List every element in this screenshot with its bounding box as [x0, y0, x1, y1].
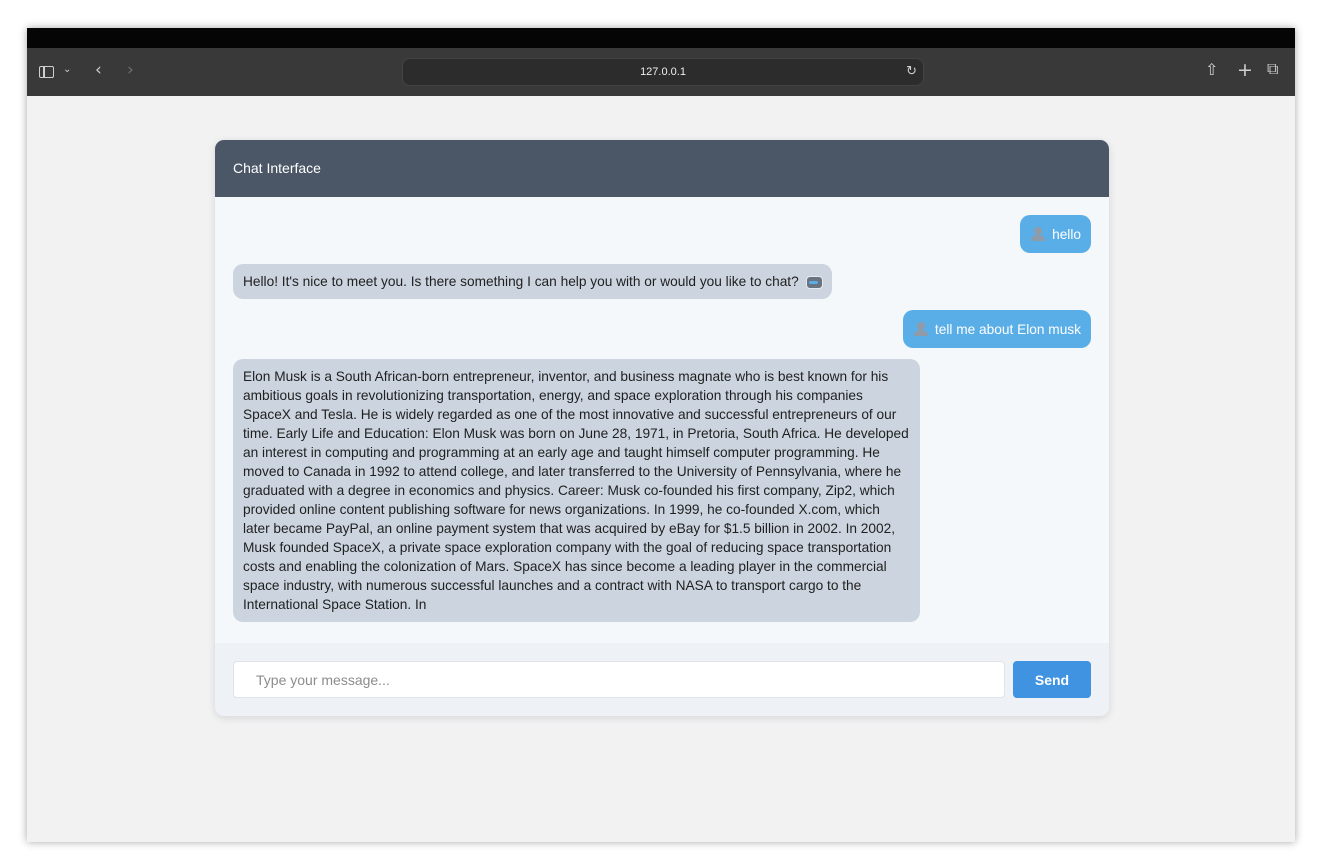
message-row: hello [233, 215, 1091, 253]
message-input[interactable] [233, 661, 1005, 698]
message-list[interactable]: hello Hello! It's nice to meet you. Is t… [215, 197, 1109, 643]
message-row: Hello! It's nice to meet you. Is there s… [233, 264, 1091, 299]
message-text: hello [1052, 227, 1081, 242]
back-icon[interactable]: ‹ [95, 62, 102, 79]
bot-message-bubble: Elon Musk is a South African-born entrep… [233, 359, 920, 622]
user-message-bubble: tell me about Elon musk [902, 310, 1091, 348]
chat-title: Chat Interface [215, 140, 1109, 197]
send-button[interactable]: Send [1013, 661, 1091, 698]
share-icon[interactable]: ⇧ [1205, 62, 1218, 78]
message-text: Elon Musk is a South African-born entrep… [243, 369, 909, 612]
message-row: Elon Musk is a South African-born entrep… [233, 359, 1091, 622]
address-bar[interactable]: 127.0.0.1 ↻ [402, 58, 924, 86]
composer: Send [215, 643, 1109, 716]
url-text: 127.0.0.1 [640, 66, 686, 78]
sidebar-toggle-icon[interactable] [39, 66, 54, 78]
chat-window: Chat Interface hello Hello! It's nice to… [215, 140, 1109, 716]
new-tab-icon[interactable]: + [1237, 61, 1253, 80]
menu-bar [27, 28, 1295, 48]
user-avatar-icon [1030, 227, 1046, 241]
tab-overview-icon[interactable]: ⧉ [1267, 61, 1278, 77]
user-avatar-icon [913, 322, 929, 336]
bot-message-bubble: Hello! It's nice to meet you. Is there s… [233, 264, 832, 299]
message-text: Hello! It's nice to meet you. Is there s… [243, 274, 799, 289]
browser-toolbar: ⌄ ‹ › 127.0.0.1 ↻ ⇧ + ⧉ [27, 48, 1295, 96]
message-row: tell me about Elon musk [233, 310, 1091, 348]
forward-icon[interactable]: › [127, 62, 134, 79]
robot-icon [805, 273, 823, 289]
browser-window: ⌄ ‹ › 127.0.0.1 ↻ ⇧ + ⧉ Chat Interface h… [27, 28, 1295, 842]
chevron-down-icon[interactable]: ⌄ [63, 65, 71, 75]
user-message-bubble: hello [1020, 215, 1091, 253]
reload-icon[interactable]: ↻ [906, 64, 917, 79]
message-text: tell me about Elon musk [934, 322, 1081, 337]
